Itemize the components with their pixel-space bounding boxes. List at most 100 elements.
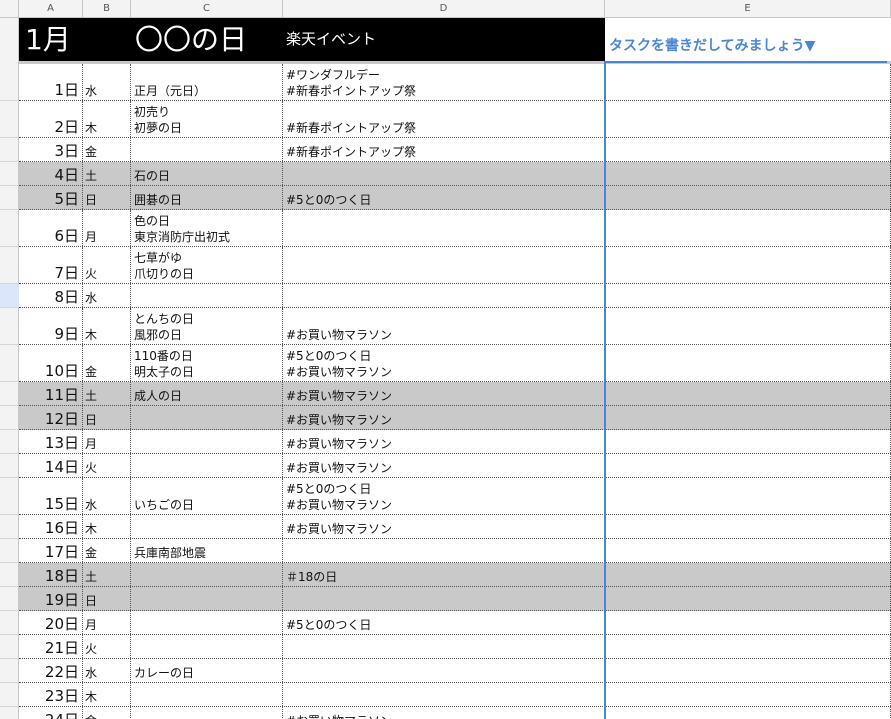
task-cell[interactable] <box>605 406 891 429</box>
task-cell[interactable] <box>605 64 891 100</box>
day-name-cell[interactable] <box>131 406 283 429</box>
weekday-cell[interactable]: 木 <box>83 515 131 538</box>
weekday-cell[interactable]: 日 <box>83 406 131 429</box>
event-cell[interactable] <box>283 284 605 307</box>
row-header[interactable] <box>0 345 19 382</box>
date-cell[interactable]: 9日 <box>19 308 83 344</box>
date-cell[interactable]: 24日 <box>19 707 83 719</box>
task-cell[interactable] <box>605 587 891 610</box>
task-cell[interactable] <box>605 210 891 246</box>
weekday-cell[interactable]: 水 <box>83 284 131 307</box>
task-cell[interactable] <box>605 345 891 381</box>
row-header[interactable] <box>0 430 19 454</box>
event-cell[interactable]: #お買い物マラソン <box>283 707 605 719</box>
weekday-cell[interactable]: 金 <box>83 138 131 161</box>
weekday-cell[interactable]: 日 <box>83 186 131 209</box>
row-header[interactable] <box>0 478 19 515</box>
date-cell[interactable]: 5日 <box>19 186 83 209</box>
date-cell[interactable]: 14日 <box>19 454 83 477</box>
task-cell[interactable] <box>605 611 891 634</box>
task-cell[interactable] <box>605 186 891 209</box>
event-title[interactable]: 楽天イベント <box>286 27 376 51</box>
task-cell[interactable] <box>605 284 891 307</box>
event-cell[interactable]: #新春ポイントアップ祭 <box>283 101 605 137</box>
event-cell[interactable]: #ワンダフルデー #新春ポイントアップ祭 <box>283 64 605 100</box>
day-name-cell[interactable] <box>131 284 283 307</box>
event-cell[interactable] <box>283 635 605 658</box>
date-cell[interactable]: 10日 <box>19 345 83 381</box>
event-cell[interactable]: #5と0のつく日 #お買い物マラソン <box>283 478 605 514</box>
row-header[interactable] <box>0 515 19 539</box>
weekday-cell[interactable]: 水 <box>83 659 131 682</box>
task-cell[interactable] <box>605 430 891 453</box>
date-cell[interactable]: 18日 <box>19 563 83 586</box>
weekday-cell[interactable]: 月 <box>83 210 131 246</box>
day-name-cell[interactable]: 色の日 東京消防庁出初式 <box>131 210 283 246</box>
weekday-cell[interactable]: 月 <box>83 611 131 634</box>
date-cell[interactable]: 19日 <box>19 587 83 610</box>
row-header[interactable] <box>0 284 19 308</box>
row-header[interactable] <box>0 539 19 563</box>
date-cell[interactable]: 8日 <box>19 284 83 307</box>
date-cell[interactable]: 16日 <box>19 515 83 538</box>
column-header-b[interactable]: B <box>83 0 131 18</box>
weekday-cell[interactable]: 土 <box>83 162 131 185</box>
row-header[interactable] <box>0 454 19 478</box>
day-name-cell[interactable]: 成人の日 <box>131 382 283 405</box>
row-header[interactable] <box>0 308 19 345</box>
event-cell[interactable] <box>283 659 605 682</box>
day-name-cell[interactable] <box>131 454 283 477</box>
date-cell[interactable]: 3日 <box>19 138 83 161</box>
day-name-cell[interactable] <box>131 707 283 719</box>
row-header[interactable] <box>0 659 19 683</box>
task-cell[interactable] <box>605 539 891 562</box>
task-cell[interactable] <box>605 478 891 514</box>
row-header[interactable] <box>0 186 19 210</box>
event-cell[interactable]: ＃18の日 <box>283 563 605 586</box>
day-title[interactable]: 〇〇の日 <box>135 20 247 60</box>
day-name-cell[interactable]: とんちの日 風邪の日 <box>131 308 283 344</box>
event-cell[interactable]: #新春ポイントアップ祭 <box>283 138 605 161</box>
date-cell[interactable]: 12日 <box>19 406 83 429</box>
event-cell[interactable]: #お買い物マラソン <box>283 430 605 453</box>
date-cell[interactable]: 4日 <box>19 162 83 185</box>
event-cell[interactable] <box>283 587 605 610</box>
task-cell[interactable] <box>605 308 891 344</box>
row-header[interactable] <box>0 162 19 186</box>
event-cell[interactable]: #5と0のつく日 #お買い物マラソン <box>283 345 605 381</box>
row-header[interactable] <box>0 611 19 635</box>
row-header[interactable] <box>0 382 19 406</box>
date-cell[interactable]: 13日 <box>19 430 83 453</box>
date-cell[interactable]: 20日 <box>19 611 83 634</box>
date-cell[interactable]: 2日 <box>19 101 83 137</box>
weekday-cell[interactable]: 土 <box>83 382 131 405</box>
row-header[interactable] <box>0 101 19 138</box>
weekday-cell[interactable]: 金 <box>83 707 131 719</box>
day-name-cell[interactable] <box>131 430 283 453</box>
row-header[interactable] <box>0 406 19 430</box>
weekday-cell[interactable]: 水 <box>83 478 131 514</box>
corner-cell[interactable] <box>0 0 19 18</box>
task-cell[interactable] <box>605 101 891 137</box>
day-name-cell[interactable]: カレーの日 <box>131 659 283 682</box>
day-name-cell[interactable]: 110番の日 明太子の日 <box>131 345 283 381</box>
date-cell[interactable]: 7日 <box>19 247 83 283</box>
day-name-cell[interactable]: 正月（元日） <box>131 64 283 100</box>
date-cell[interactable]: 22日 <box>19 659 83 682</box>
day-name-cell[interactable]: 初売り 初夢の日 <box>131 101 283 137</box>
day-name-cell[interactable] <box>131 683 283 706</box>
day-name-cell[interactable] <box>131 587 283 610</box>
column-header-a[interactable]: A <box>19 0 83 18</box>
weekday-cell[interactable]: 火 <box>83 247 131 283</box>
task-cell[interactable] <box>605 515 891 538</box>
day-name-cell[interactable]: 七草がゆ 爪切りの日 <box>131 247 283 283</box>
task-cell[interactable] <box>605 659 891 682</box>
row-header[interactable] <box>0 587 19 611</box>
day-name-cell[interactable]: いちごの日 <box>131 478 283 514</box>
weekday-cell[interactable]: 火 <box>83 454 131 477</box>
weekday-cell[interactable]: 水 <box>83 64 131 100</box>
task-cell[interactable] <box>605 454 891 477</box>
day-name-cell[interactable]: 石の日 <box>131 162 283 185</box>
weekday-cell[interactable]: 火 <box>83 635 131 658</box>
weekday-cell[interactable]: 木 <box>83 683 131 706</box>
